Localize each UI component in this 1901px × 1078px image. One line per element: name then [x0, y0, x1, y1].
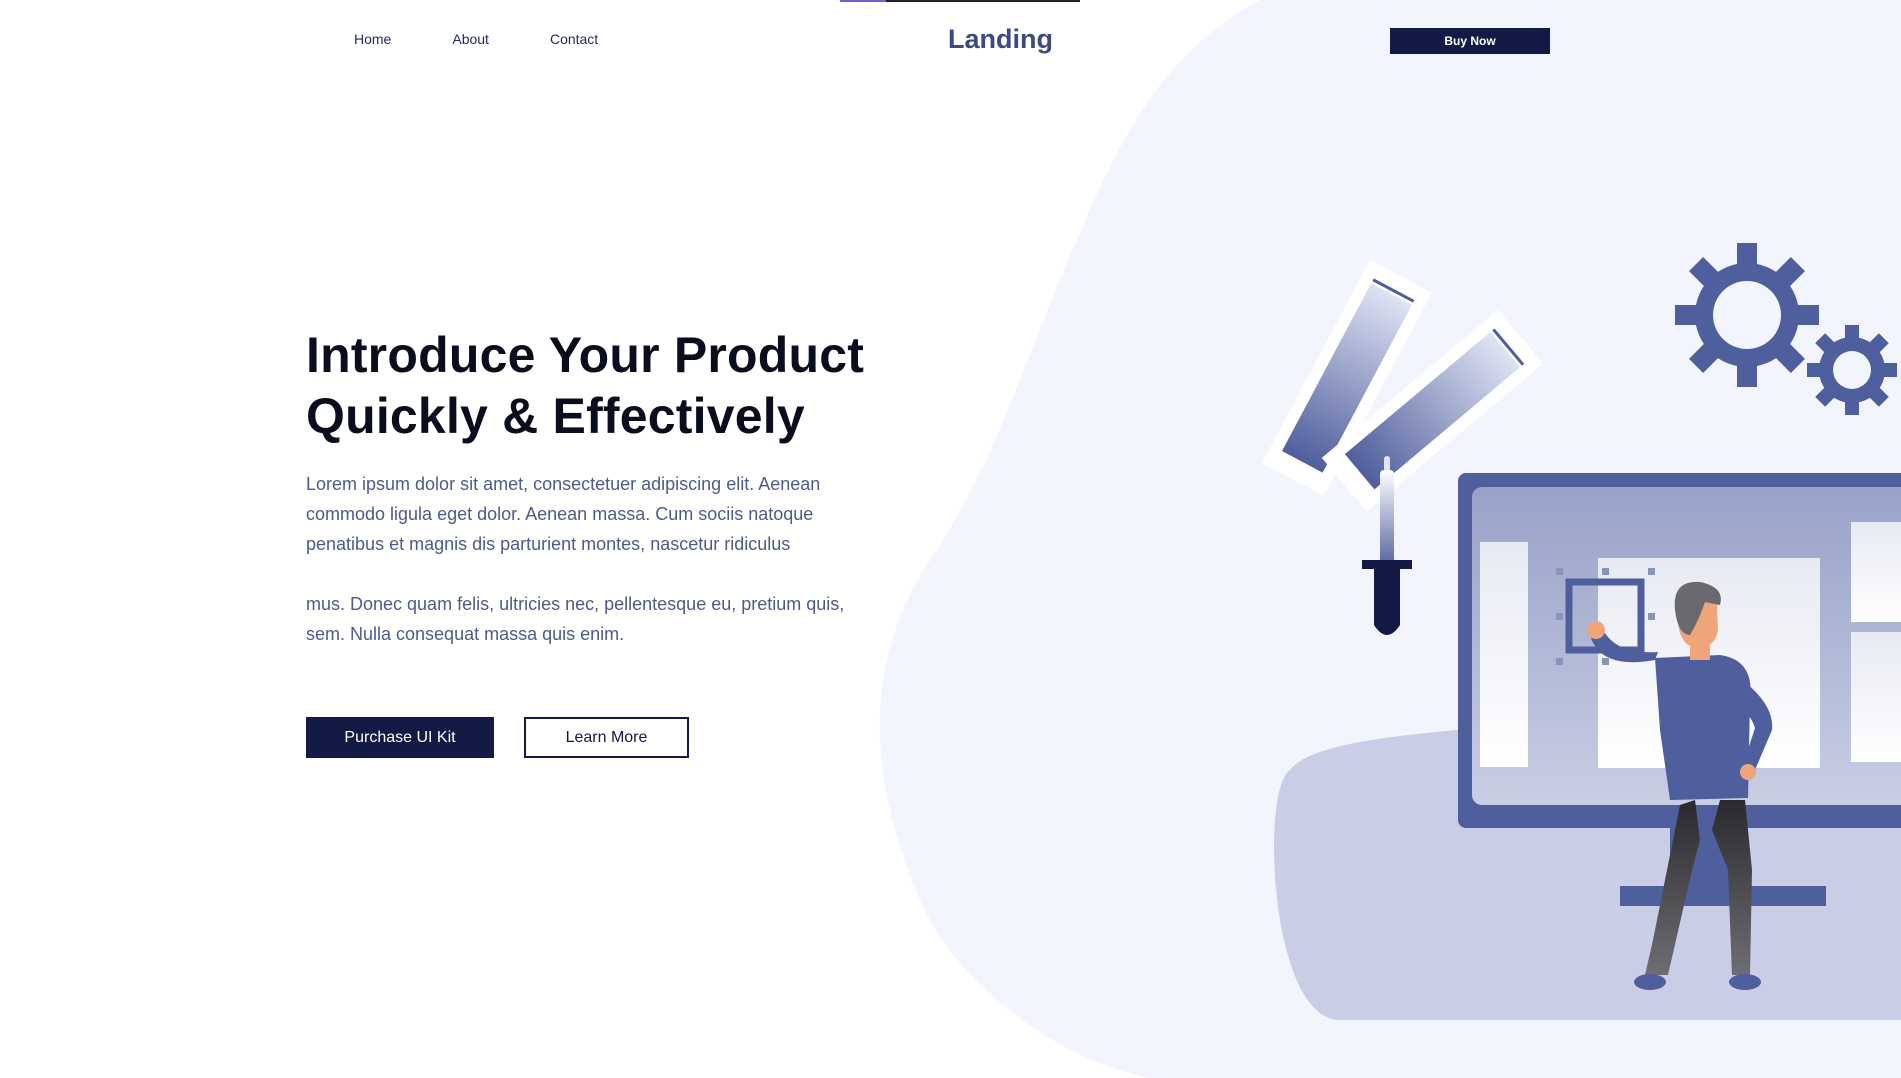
- hero-title-line-1: Introduce Your Product: [306, 327, 865, 383]
- hero-actions: Purchase UI Kit Learn More: [306, 717, 689, 758]
- site-logo[interactable]: Landing: [948, 24, 1053, 55]
- nav-link-about[interactable]: About: [452, 31, 489, 47]
- hero-title: Introduce Your Product Quickly & Effecti…: [306, 325, 866, 447]
- gear-icon: [1807, 325, 1897, 415]
- hero-title-line-2: Quickly & Effectively: [306, 388, 805, 444]
- gear-icon: [1675, 243, 1819, 387]
- hero-illustration: [1262, 243, 1901, 1020]
- nav-link-contact[interactable]: Contact: [550, 31, 598, 47]
- hero-paragraph-2: mus. Donec quam felis, ultricies nec, pe…: [306, 594, 845, 644]
- hero-section: Introduce Your Product Quickly & Effecti…: [306, 325, 866, 758]
- hero-paragraph-1: Lorem ipsum dolor sit amet, consectetuer…: [306, 474, 821, 554]
- nav-link-home[interactable]: Home: [354, 31, 391, 47]
- top-navigation: Home About Contact Landing Buy Now: [0, 0, 1901, 82]
- hero-description: Lorem ipsum dolor sit amet, consectetuer…: [306, 469, 866, 649]
- purchase-ui-kit-button[interactable]: Purchase UI Kit: [306, 717, 494, 758]
- learn-more-button[interactable]: Learn More: [524, 717, 689, 758]
- buy-now-button[interactable]: Buy Now: [1390, 28, 1550, 54]
- nav-links: Home About Contact: [354, 31, 598, 47]
